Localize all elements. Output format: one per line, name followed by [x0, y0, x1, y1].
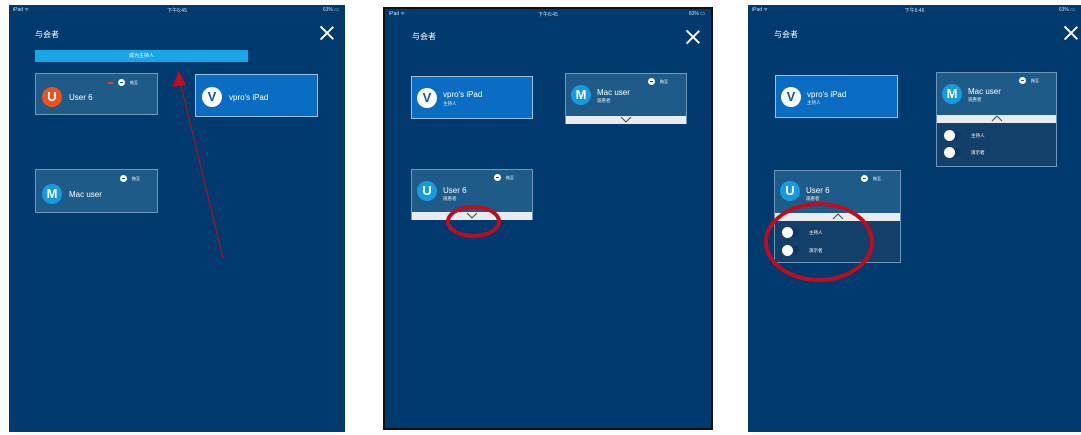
battery-indicator: 63% ▭	[688, 11, 705, 17]
mini-action-label: 拖至	[1031, 77, 1039, 83]
role-option-presenter[interactable]: 演示者	[944, 147, 985, 158]
status-bar: iPad ᯤ 下午6:46 63% ▭	[748, 5, 1081, 15]
mini-actions[interactable]: 拖至	[648, 78, 668, 85]
expand-bar[interactable]	[566, 116, 686, 124]
participant-name: Mac user	[597, 88, 630, 97]
avatar: U	[417, 181, 437, 201]
participant-card-mac[interactable]: M Mac user 观看者 拖至	[565, 73, 687, 124]
mini-action-label: 拖至	[660, 78, 668, 84]
mini-action-label: 拖至	[873, 175, 881, 181]
remove-icon[interactable]	[861, 175, 868, 182]
close-icon[interactable]	[1063, 25, 1079, 41]
participant-role: 主持人	[443, 101, 457, 106]
chevron-up-icon[interactable]	[991, 115, 1003, 122]
avatar: V	[781, 87, 801, 107]
mini-actions[interactable]: 拖至	[861, 175, 881, 182]
chevron-down-icon[interactable]	[620, 116, 632, 123]
participant-name: User 6	[806, 186, 830, 195]
remove-icon[interactable]	[648, 78, 655, 85]
participant-card-vpro[interactable]: V vpro's iPad 主持人	[775, 75, 898, 118]
avatar: M	[571, 85, 591, 105]
avatar: M	[942, 84, 962, 104]
role-options: 主持人 演示者	[937, 123, 1056, 166]
participant-role: 观看者	[597, 98, 611, 103]
status-bar: iPad ᯤ 下午6:45 63% ▭	[385, 9, 711, 19]
screen-role-options: iPad ᯤ 下午6:46 63% ▭ 与会者 V vpro's iPad 主持…	[748, 5, 1081, 432]
highlight-circle-annotation	[764, 202, 874, 282]
role-option-label: 演示者	[971, 149, 985, 155]
highlight-circle-annotation	[446, 205, 501, 238]
toggle-icon[interactable]	[944, 147, 961, 158]
clock: 下午6:45	[538, 12, 558, 18]
battery-indicator: 63% ▭	[1058, 7, 1075, 13]
collapse-bar[interactable]	[937, 115, 1056, 123]
clock: 下午6:46	[904, 8, 925, 14]
participant-name: Mac user	[968, 87, 1001, 96]
dialog-title: 与会者	[774, 30, 798, 39]
role-option-label: 主持人	[971, 132, 985, 138]
participant-role: 主持人	[807, 100, 821, 105]
drag-arrow-annotation	[172, 71, 224, 259]
toggle-icon[interactable]	[944, 130, 961, 141]
remove-icon[interactable]	[1019, 77, 1026, 84]
avatar: V	[417, 88, 437, 108]
mini-action-label: 拖至	[506, 174, 514, 180]
screen-drag-to-host: iPad ᯤ 下午6:45 63% ▭ 与会者 成为主持人 U User 6 拖…	[9, 5, 345, 432]
role-option-host[interactable]: 主持人	[944, 130, 985, 141]
remove-icon[interactable]	[494, 174, 501, 181]
mini-actions[interactable]: 拖至	[494, 174, 514, 181]
dialog-title: 与会者	[412, 32, 436, 41]
participant-role: 观看者	[968, 97, 982, 102]
close-icon[interactable]	[685, 29, 701, 45]
participant-role: 观看者	[443, 196, 457, 201]
participant-card-vpro[interactable]: V vpro's iPad 主持人	[411, 76, 533, 119]
participant-name: vpro's iPad	[443, 90, 483, 99]
participant-card-mac[interactable]: M Mac user 观看者 拖至 主持人 演示者	[936, 72, 1057, 167]
participant-name: User 6	[443, 186, 467, 195]
mini-actions[interactable]: 拖至	[1019, 77, 1039, 84]
participant-name: vpro's iPad	[807, 90, 847, 99]
screen-expand-card: iPad ᯤ 下午6:45 63% ▭ 与会者 V vpro's iPad 主持…	[383, 7, 713, 430]
avatar: U	[780, 181, 800, 201]
